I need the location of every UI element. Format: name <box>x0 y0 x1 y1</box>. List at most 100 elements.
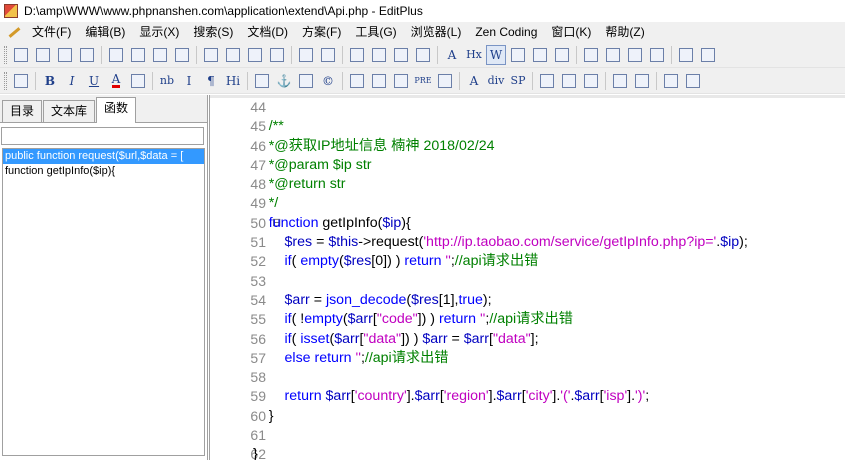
code-line[interactable]: 45 /** <box>210 117 845 136</box>
directory-button[interactable] <box>603 45 623 65</box>
print-button[interactable] <box>106 45 126 65</box>
code-line[interactable]: 48 *@return str <box>210 175 845 194</box>
paste-button[interactable] <box>245 45 265 65</box>
delete-button[interactable] <box>267 45 287 65</box>
break-button[interactable]: I <box>179 71 199 91</box>
output-button[interactable] <box>647 45 667 65</box>
code-line[interactable]: 46 *@获取IP地址信息 楠神 2018/02/24 <box>210 137 845 156</box>
find-button[interactable] <box>347 45 367 65</box>
span-button[interactable]: SP <box>508 71 528 91</box>
new-file-button[interactable] <box>11 45 31 65</box>
menu-file[interactable]: 文件(F) <box>26 22 79 42</box>
toolbar-grip[interactable] <box>4 71 7 90</box>
code-line[interactable]: 60 } <box>210 407 845 426</box>
menu-document[interactable]: 文档(D) <box>241 22 296 42</box>
edit-html-button[interactable] <box>537 71 557 91</box>
pointer-button[interactable] <box>676 45 696 65</box>
replace-button[interactable] <box>369 45 389 65</box>
code-line[interactable]: 56 if( isset($arr["data"]) ) $arr = $arr… <box>210 330 845 349</box>
code-line[interactable]: 51 $res = $this->request('http://ip.taob… <box>210 233 845 252</box>
font-button[interactable]: A <box>442 45 462 65</box>
div-icon: div <box>487 74 505 87</box>
code-line[interactable]: 50 ⊟ function getIpInfo($ip){ <box>210 214 845 233</box>
color-picker-button[interactable] <box>661 71 681 91</box>
code-line[interactable]: 47 *@param $ip str <box>210 156 845 175</box>
code-line[interactable]: 55 if( !empty($arr["code"]) ) return '';… <box>210 310 845 329</box>
code-line[interactable]: 59 return $arr['country'].$arr['region']… <box>210 387 845 406</box>
spellcheck-button[interactable] <box>150 45 170 65</box>
color-grid-button[interactable] <box>128 71 148 91</box>
open-file-button[interactable] <box>33 45 53 65</box>
heading-button[interactable]: Hi <box>223 71 243 91</box>
form-button[interactable] <box>369 71 389 91</box>
copy-button[interactable] <box>223 45 243 65</box>
grid-button[interactable] <box>632 71 652 91</box>
print-preview-button[interactable] <box>128 45 148 65</box>
tab-functions[interactable]: 函数 <box>96 97 137 123</box>
code-line[interactable]: 54 $arr = json_decode($res[1],true); <box>210 291 845 310</box>
panel-button[interactable] <box>610 71 630 91</box>
code-line[interactable]: 58 <box>210 368 845 387</box>
spell-button[interactable] <box>552 45 572 65</box>
highlight-button[interactable] <box>559 71 579 91</box>
code-line[interactable]: 49 */ <box>210 194 845 213</box>
line-number-button[interactable] <box>508 45 528 65</box>
tab-cliptext[interactable]: 文本库 <box>43 100 96 122</box>
tab-directory[interactable]: 目录 <box>2 100 43 122</box>
menu-help[interactable]: 帮助(Z) <box>599 22 652 42</box>
list-button[interactable] <box>435 71 455 91</box>
menu-window[interactable]: 窗口(K) <box>545 22 599 42</box>
nbsp-button[interactable]: nb <box>157 71 177 91</box>
link-button[interactable] <box>296 71 316 91</box>
menu-browser[interactable]: 浏览器(L) <box>405 22 470 42</box>
pre-button[interactable]: PRE <box>413 71 433 91</box>
image-button[interactable] <box>252 71 272 91</box>
bold-button[interactable]: B <box>40 71 60 91</box>
word-wrap-button[interactable]: W <box>486 44 506 65</box>
code-line[interactable]: 61 <box>210 426 845 445</box>
copyright-button[interactable]: © <box>318 71 338 91</box>
hr-button[interactable] <box>391 71 411 91</box>
code-line[interactable]: 57 else return '';//api请求出错 <box>210 349 845 368</box>
anchor-button[interactable]: ⚓ <box>274 71 294 91</box>
undo-button[interactable] <box>296 45 316 65</box>
browser-button[interactable] <box>11 71 31 91</box>
hx-button[interactable]: Hx <box>464 45 484 65</box>
toolbar-grip[interactable] <box>4 45 7 64</box>
menu-search[interactable]: 搜索(S) <box>187 22 241 42</box>
code-line[interactable]: 53 <box>210 272 845 291</box>
menu-zen-coding[interactable]: Zen Coding <box>469 22 545 42</box>
table-button[interactable] <box>347 71 367 91</box>
tools-button[interactable] <box>581 71 601 91</box>
menu-tools[interactable]: 工具(G) <box>349 22 404 42</box>
function-item-request[interactable]: public function request($url,$data = [ <box>3 149 204 164</box>
save-all-button[interactable] <box>77 45 97 65</box>
check-button[interactable] <box>172 45 192 65</box>
function-item-getipinfo[interactable]: function getIpInfo($ip){ <box>3 164 204 179</box>
underline-button[interactable]: U <box>84 71 104 91</box>
cliptext-button[interactable] <box>625 45 645 65</box>
menu-view[interactable]: 显示(X) <box>133 22 187 42</box>
paragraph-button[interactable]: ¶ <box>201 71 221 91</box>
div-button[interactable]: div <box>486 71 506 91</box>
code-line[interactable]: 52 if( empty($res[0]) ) return '';//api请… <box>210 252 845 271</box>
font-color-button[interactable]: A <box>106 71 126 91</box>
column-button[interactable] <box>530 45 550 65</box>
italic-button[interactable]: I <box>62 71 82 91</box>
cut-button[interactable] <box>201 45 221 65</box>
save-button[interactable] <box>55 45 75 65</box>
doc-selector-button[interactable] <box>581 45 601 65</box>
code-line[interactable]: 44 <box>210 98 845 117</box>
redo-button[interactable] <box>318 45 338 65</box>
frame-button[interactable] <box>683 71 703 91</box>
function-filter-input[interactable] <box>1 127 204 145</box>
toolbar-separator <box>605 71 606 90</box>
menu-edit[interactable]: 编辑(B) <box>79 22 133 42</box>
code-line[interactable]: 62} <box>210 445 845 460</box>
code-editor[interactable]: 44 45 /** 46 *@获取IP地址信息 楠神 2018/02/24 47 *@… <box>209 95 845 460</box>
find-in-files-button[interactable] <box>391 45 411 65</box>
goto-button[interactable] <box>413 45 433 65</box>
text-a-button[interactable]: A <box>464 71 484 91</box>
window-button[interactable] <box>698 45 718 65</box>
menu-project[interactable]: 方案(F) <box>296 22 349 42</box>
